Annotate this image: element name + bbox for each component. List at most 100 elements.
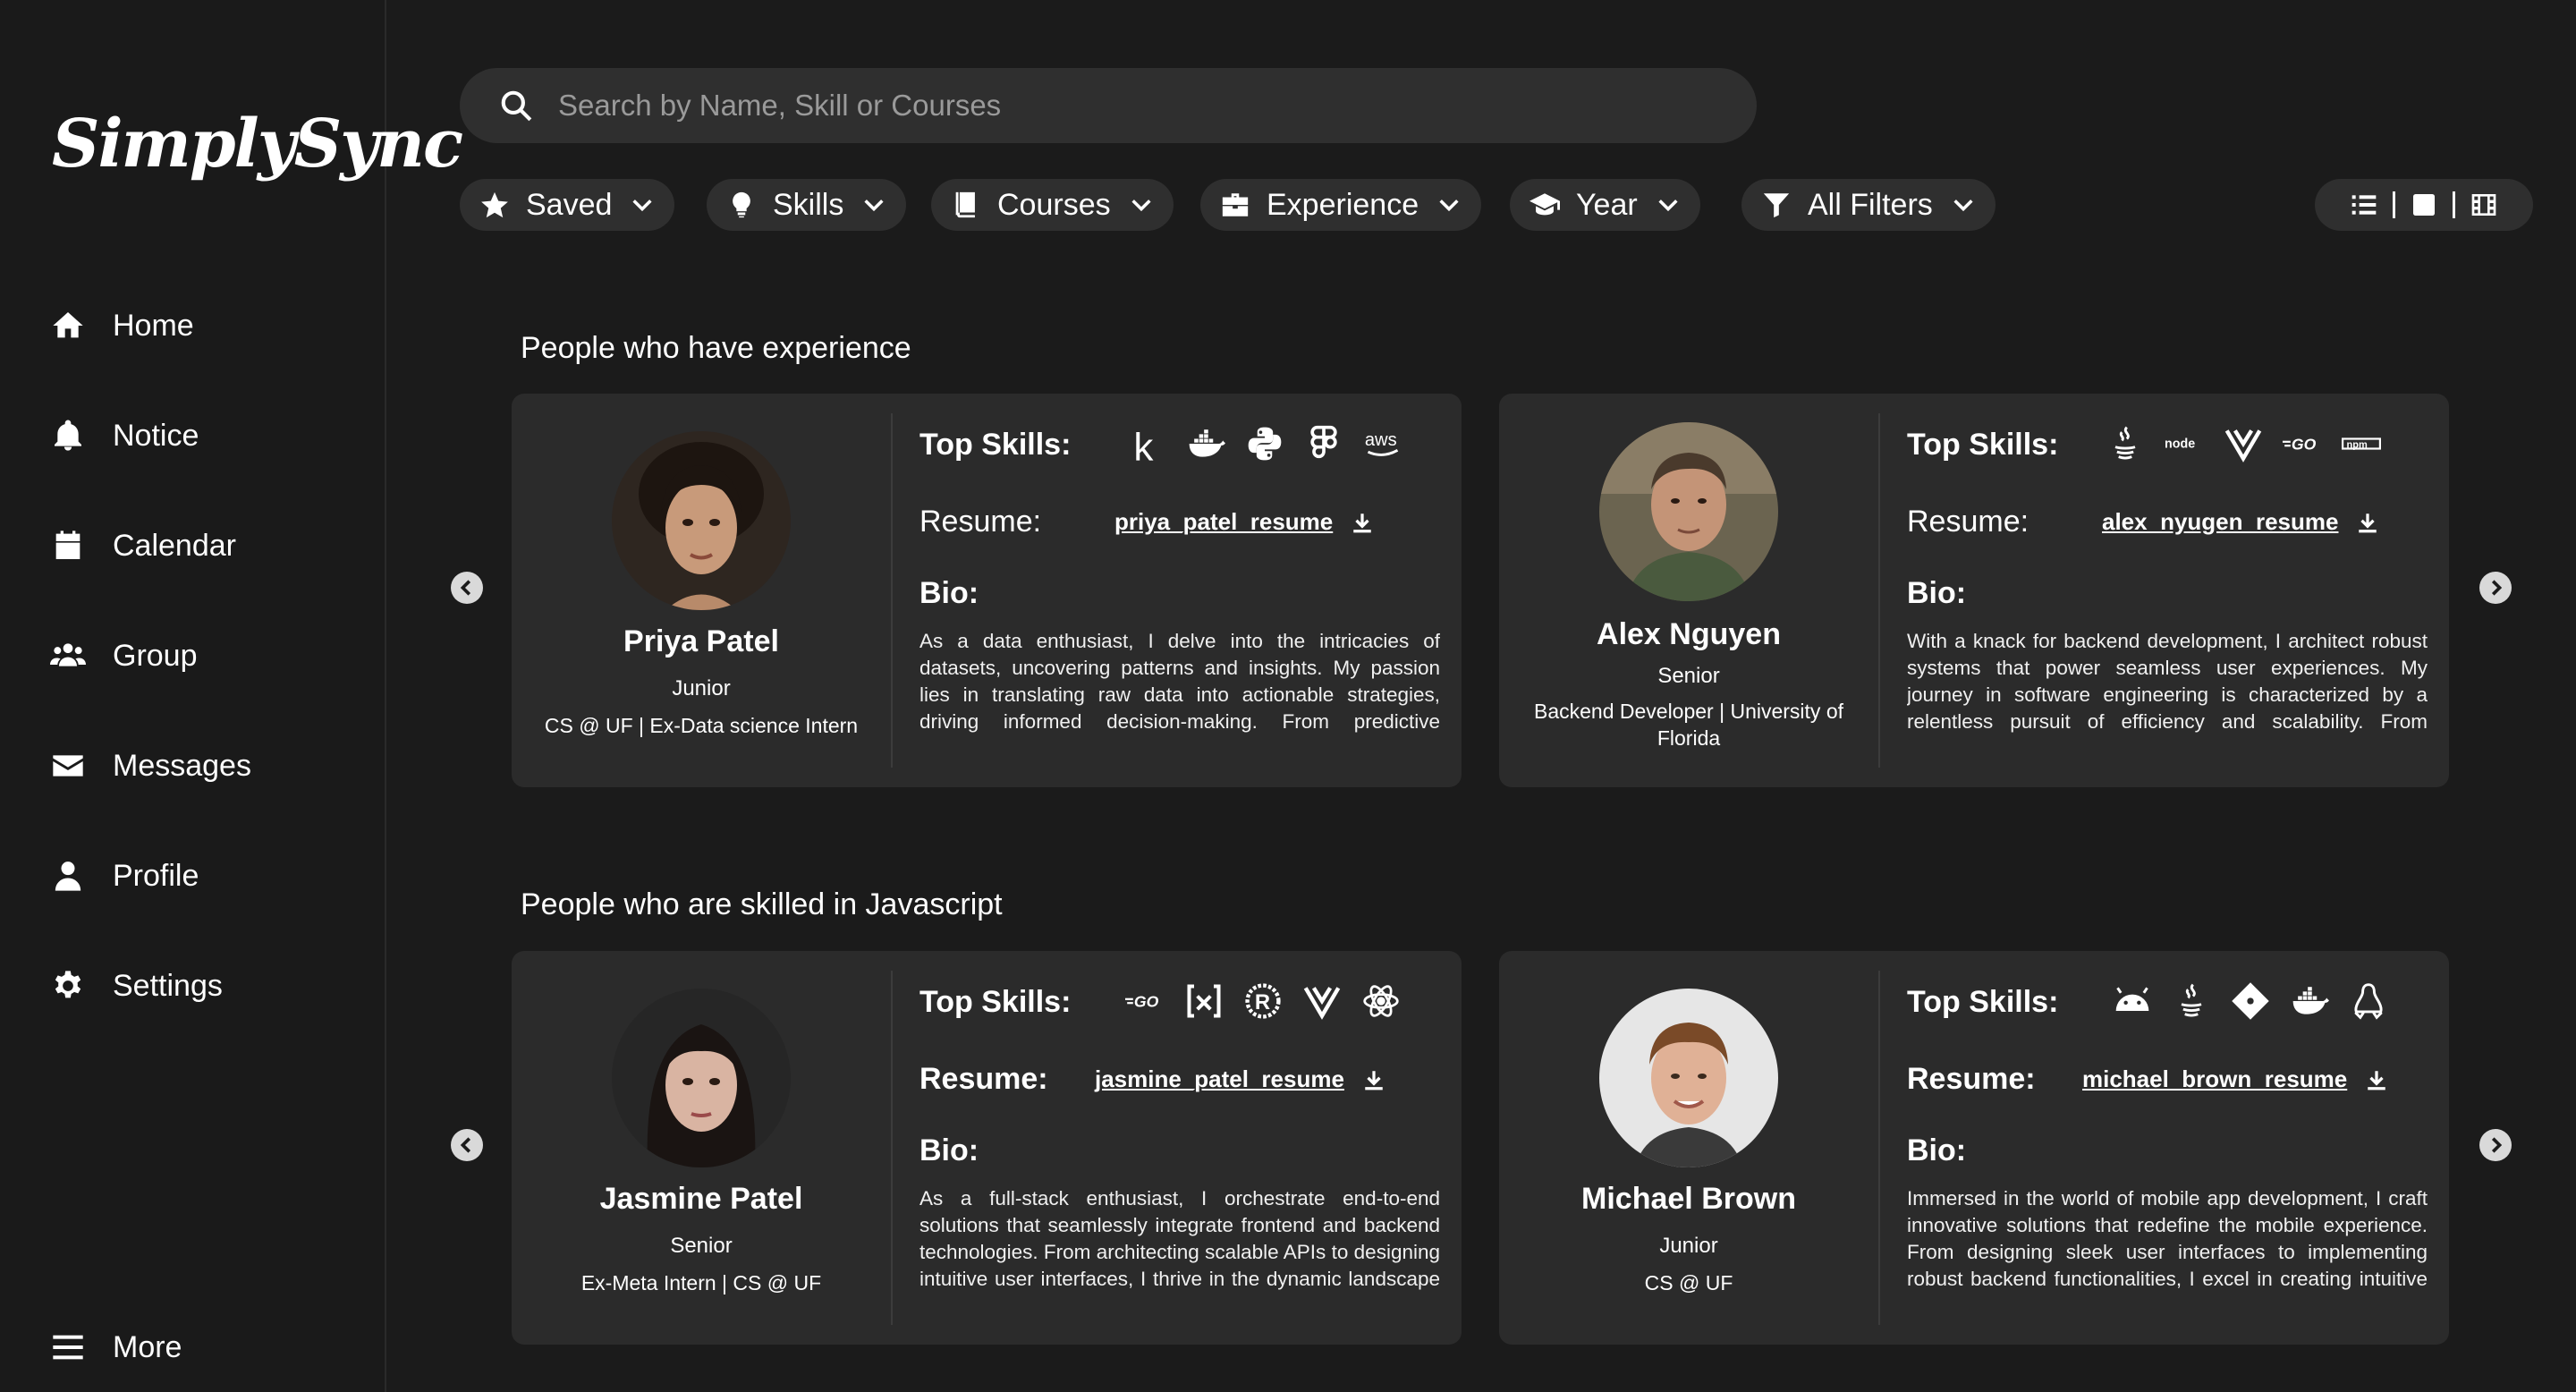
sidebar-item-home[interactable]: Home: [50, 308, 194, 344]
lightbulb-icon: [733, 191, 750, 218]
carousel-prev-button[interactable]: [451, 572, 483, 604]
svg-text:npm: npm: [2347, 439, 2368, 450]
person-level: Senior: [1657, 664, 1720, 688]
filter-label: Saved: [526, 187, 613, 222]
carousel-next-button[interactable]: [2479, 1129, 2512, 1161]
sidebar-item-label: Home: [113, 308, 194, 343]
top-skills-label: Top Skills:: [1907, 428, 2059, 462]
list-view-icon[interactable]: [2350, 191, 2378, 219]
figma-icon: [1310, 425, 1337, 459]
android-icon: [2115, 987, 2149, 1011]
avatar: [1599, 422, 1778, 601]
chevron-down-icon: [864, 199, 884, 212]
person-card[interactable]: Alex Nguyen Senior Backend Developer | U…: [1499, 394, 2449, 787]
funnel-icon: [1763, 193, 1790, 218]
filter-skills[interactable]: Skills: [707, 179, 907, 231]
download-icon: [1365, 1070, 1383, 1090]
java-icon: [2114, 426, 2136, 460]
person-meta: CS @ UF: [1644, 1271, 1733, 1294]
carousel-prev-button[interactable]: [451, 1129, 483, 1161]
resume-link[interactable]: jasmine_patel_resume: [1095, 1065, 1385, 1093]
person-card[interactable]: Priya Patel Junior CS @ UF | Ex-Data sci…: [512, 394, 1462, 787]
filter-saved[interactable]: Saved: [460, 179, 675, 231]
resume-link[interactable]: alex_nyugen_resume: [2102, 508, 2379, 536]
book-icon: [955, 191, 975, 218]
rust-icon: R: [1245, 983, 1281, 1019]
star-icon: [481, 191, 508, 218]
top-skills-label: Top Skills:: [1907, 985, 2059, 1019]
sidebar-item-messages[interactable]: Messages: [50, 748, 251, 784]
sidebar-item-settings[interactable]: Settings: [50, 968, 223, 1004]
aws-icon: aws: [1365, 430, 1399, 456]
filter-courses[interactable]: Courses: [931, 179, 1174, 231]
chevron-down-icon: [1658, 199, 1678, 212]
svg-text:node: node: [2165, 437, 2195, 451]
person-level: Senior: [670, 1234, 733, 1258]
person-meta: CS @ UF | Ex-Data science Intern: [544, 714, 859, 737]
view-separator: [2453, 191, 2455, 218]
bio-label: Bio:: [1907, 576, 1967, 610]
top-skills-label: Top Skills:: [919, 428, 1072, 462]
resume-label: Resume:: [1907, 505, 2029, 539]
skill-icons: node GO npm: [2106, 424, 2381, 463]
person-name: Michael Brown: [1581, 1182, 1796, 1216]
bell-icon: [55, 420, 81, 451]
person-name: Jasmine Patel: [599, 1182, 803, 1216]
skill-icons: k aws: [1127, 424, 1402, 463]
python-icon: [1248, 427, 1282, 461]
bio-label: Bio:: [919, 1133, 979, 1167]
go-icon: GO: [2283, 436, 2317, 454]
filter-year[interactable]: Year: [1510, 179, 1700, 231]
svg-text:k: k: [1133, 425, 1154, 463]
bio-text: As a full-stack enthusiast, I orchestrat…: [919, 1187, 1440, 1296]
linux-icon: [2354, 983, 2383, 1020]
person-card[interactable]: Jasmine Patel Senior Ex-Meta Intern | CS…: [512, 951, 1462, 1345]
app-logo[interactable]: SimplySync: [52, 106, 463, 182]
sidebar-item-notice[interactable]: Notice: [50, 418, 199, 454]
sidebar-item-label: Group: [113, 638, 198, 673]
docker-icon: [1189, 429, 1225, 457]
sidebar-item-calendar[interactable]: Calendar: [50, 528, 236, 564]
avatar: [612, 989, 791, 1167]
sidebar-item-more[interactable]: More: [50, 1329, 182, 1365]
single-view-icon[interactable]: [2410, 191, 2438, 219]
gear-icon: [55, 971, 81, 998]
chevron-left-icon: [460, 1137, 471, 1153]
vue-icon: [1303, 987, 1341, 1020]
sidebar-item-label: Messages: [113, 748, 251, 783]
filter-all[interactable]: All Filters: [1741, 179, 1996, 231]
resume-link[interactable]: michael_brown_resume: [2082, 1065, 2388, 1093]
skill-icons: GO R: [1125, 981, 1401, 1021]
card-divider: [1878, 413, 1880, 768]
search-input[interactable]: [558, 89, 1631, 123]
resume-link-text: alex_nyugen_resume: [2102, 508, 2339, 535]
sidebar-item-group[interactable]: Group: [50, 638, 198, 674]
carousel-next-button[interactable]: [2479, 572, 2512, 604]
sidebar-item-label: Settings: [113, 968, 223, 1003]
chevron-right-icon: [2491, 1137, 2503, 1153]
home-icon: [53, 312, 83, 338]
search-bar[interactable]: [460, 68, 1757, 143]
kafka-icon: k: [1133, 425, 1154, 463]
filter-label: All Filters: [1808, 187, 1933, 222]
git-icon: [2232, 982, 2269, 1020]
go-icon: GO: [1125, 993, 1159, 1011]
avatar: [1599, 989, 1778, 1167]
person-meta: Backend Developer | University of Florid…: [1533, 700, 1844, 750]
svg-text:GO: GO: [1134, 993, 1159, 1011]
card-divider: [891, 413, 893, 768]
person-card[interactable]: Michael Brown Junior CS @ UF Top Skills:…: [1499, 951, 2449, 1345]
resume-label: Resume:: [919, 1062, 1048, 1096]
svg-text:aws: aws: [1365, 430, 1397, 450]
grid-view-icon[interactable]: [2470, 191, 2498, 219]
bio-text: As a data enthusiast, I delve into the i…: [919, 630, 1440, 739]
resume-label: Resume:: [1907, 1062, 2036, 1096]
filter-experience[interactable]: Experience: [1200, 179, 1482, 231]
docker-icon: [2292, 987, 2329, 1014]
sidebar-item-profile[interactable]: Profile: [50, 858, 199, 894]
filter-label: Experience: [1267, 187, 1419, 222]
resume-link[interactable]: priya_patel_resume: [1114, 508, 1374, 536]
chevron-right-icon: [2491, 580, 2503, 596]
sidebar-item-label: More: [113, 1329, 182, 1364]
chevron-down-icon: [1439, 199, 1459, 212]
